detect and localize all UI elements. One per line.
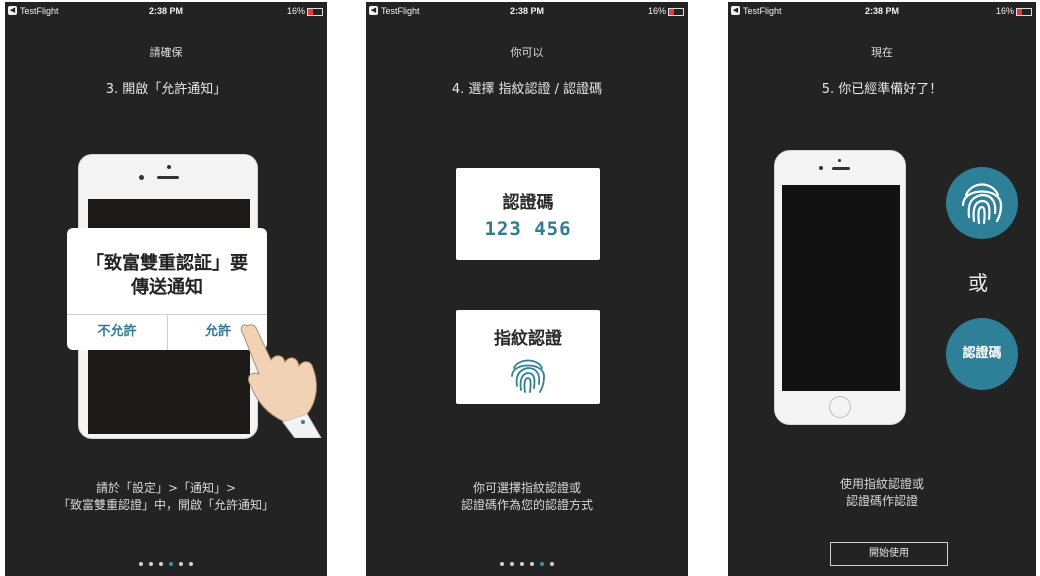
- step-title: 3. 開啟「允許通知」: [105, 82, 227, 97]
- onboarding-screen-auth-method: ◀ TestFlight 2:38 PM 16% 你可以 4. 選擇 指紋認證 …: [366, 2, 688, 576]
- step-title: 4. 選擇 指紋認證 / 認證碼: [451, 82, 603, 97]
- start-using-button[interactable]: 開始使用: [830, 542, 948, 566]
- phone-speaker: [832, 167, 850, 170]
- alert-title: 「致富雙重認証」要 傳送通知: [67, 252, 267, 300]
- battery-percent: 16%: [286, 6, 305, 16]
- status-bar: ◀ TestFlight 2:38 PM 16%: [728, 2, 1036, 20]
- page-dot: [139, 562, 143, 566]
- alert-title-line2: 傳送通知: [131, 277, 203, 298]
- caption-line1: 你可選擇指紋認證或: [472, 481, 581, 495]
- onboarding-screen-notifications: ◀ TestFlight 2:38 PM 16% 請確保 3. 開啟「允許通知」…: [5, 2, 327, 576]
- passcode-card-title: 認證碼: [502, 193, 554, 213]
- step-title: 5. 你已經準備好了！: [821, 82, 943, 97]
- fingerprint-card-title: 指紋認證: [494, 329, 562, 349]
- page-dot: [189, 562, 193, 566]
- phone-screen: [782, 185, 900, 391]
- page-dot: [149, 562, 153, 566]
- caption-line1: 請於「設定」>「通知」>: [95, 481, 237, 495]
- caption-line1: 使用指紋認證或: [839, 477, 924, 491]
- caption-line2: 「致富雙重認證」中，開啟「允許通知」: [57, 498, 274, 512]
- phone-illustration: [774, 150, 906, 425]
- alert-title-line1: 「致富雙重認証」要: [86, 253, 248, 274]
- page-dot-active: [169, 562, 173, 566]
- page-dot-active: [540, 562, 544, 566]
- phone-home-button: [829, 396, 851, 418]
- pointing-hand-icon: [240, 324, 322, 438]
- fingerprint-icon: [511, 359, 545, 393]
- onboarding-screen-ready: ◀ TestFlight 2:38 PM 16% 現在 5. 你已經準備好了！ …: [728, 2, 1036, 576]
- page-dot: [510, 562, 514, 566]
- phone-camera: [838, 159, 841, 162]
- status-time: 2:38 PM: [864, 6, 899, 16]
- step-kicker: 現在: [871, 46, 893, 59]
- status-time: 2:38 PM: [509, 6, 544, 16]
- status-battery: 16%: [287, 6, 323, 16]
- battery-percent: 16%: [995, 6, 1014, 16]
- passcode-card: 認證碼 123 456: [456, 168, 600, 260]
- status-bar: ◀ TestFlight 2:38 PM 16%: [366, 2, 688, 20]
- page-dot: [530, 562, 534, 566]
- passcode-option[interactable]: 認證碼: [946, 318, 1018, 390]
- page-dot: [520, 562, 524, 566]
- deny-button[interactable]: 不允許: [67, 314, 167, 350]
- step-kicker: 請確保: [149, 46, 183, 59]
- passcode-value: 123 456: [484, 218, 572, 240]
- ready-caption: 使用指紋認證或 認證碼作認證: [728, 476, 1036, 510]
- page-indicator[interactable]: [5, 551, 327, 570]
- battery-icon: [307, 7, 323, 16]
- status-battery: 16%: [648, 6, 684, 16]
- caption-line2: 認證碼作為您的認證方式: [460, 498, 593, 512]
- instructions-caption: 請於「設定」>「通知」> 「致富雙重認證」中，開啟「允許通知」: [5, 480, 327, 514]
- or-label: 或: [968, 271, 988, 295]
- caption-line2: 認證碼作認證: [845, 494, 918, 508]
- phone-sensor: [819, 166, 823, 170]
- status-time: 2:38 PM: [148, 6, 183, 16]
- page-dot: [159, 562, 163, 566]
- fingerprint-icon: [961, 183, 1003, 225]
- battery-icon: [668, 7, 684, 16]
- page-indicator[interactable]: [366, 551, 688, 570]
- fingerprint-option[interactable]: [946, 167, 1018, 239]
- phone-speaker: [157, 176, 179, 179]
- step-kicker: 你可以: [510, 46, 544, 59]
- battery-percent: 16%: [647, 6, 666, 16]
- status-bar: ◀ TestFlight 2:38 PM 16%: [5, 2, 327, 20]
- fingerprint-card: 指紋認證: [456, 310, 600, 404]
- auth-method-caption: 你可選擇指紋認證或 認證碼作為您的認證方式: [366, 480, 688, 514]
- phone-sensor: [139, 175, 144, 180]
- battery-icon: [1016, 7, 1032, 16]
- page-dot: [500, 562, 504, 566]
- page-dot: [550, 562, 554, 566]
- page-dot: [179, 562, 183, 566]
- status-battery: 16%: [996, 6, 1032, 16]
- phone-camera: [167, 165, 171, 169]
